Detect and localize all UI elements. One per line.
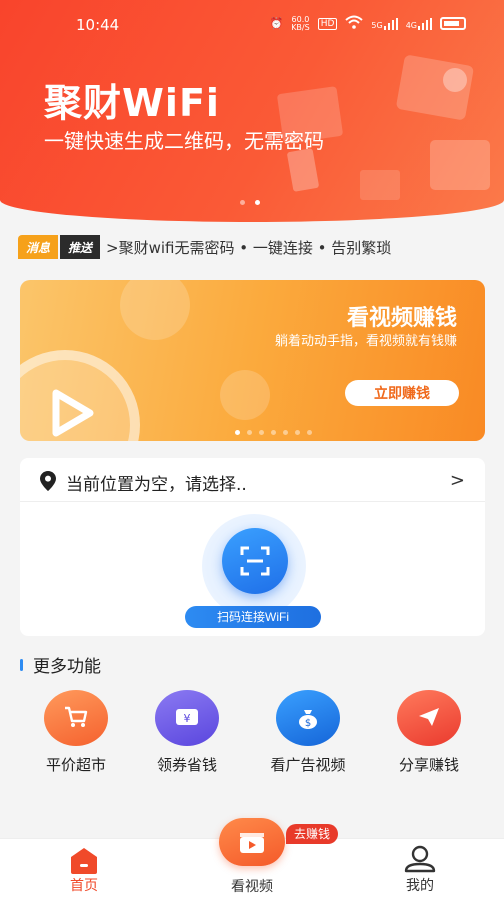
video-earn-banner[interactable]: 看视频赚钱 躺着动动手指，看视频就有钱赚 立即赚钱 [20,280,485,441]
video-banner-subtitle: 躺着动动手指，看视频就有钱赚 [274,334,457,349]
title-accent-bar [20,658,23,671]
hero-pager[interactable] [240,200,260,205]
pager-dot[interactable] [283,430,288,435]
status-bar: 10:44 ⏰ 60.0 KB/S HD 5G 4G [0,0,504,52]
pager-dot[interactable] [307,430,312,435]
play-icon [52,389,94,437]
news-badge: 消息 推送 [18,235,101,259]
hero-banner[interactable]: 10:44 ⏰ 60.0 KB/S HD 5G 4G 聚财WiFi 一键快速生成… [0,0,504,222]
hd-badge: HD [317,17,338,30]
scan-button-halo[interactable] [202,514,306,618]
feature-label: 平价超市 [45,756,106,774]
pager-dot-active[interactable] [255,200,260,205]
location-selector[interactable]: 当前位置为空，请选择.. > [20,458,485,502]
net-4g-label: 4G [405,20,417,30]
signal-5g-icon: 5G [371,17,398,30]
nav-mine-label: 我的 [406,878,434,894]
pager-dot[interactable] [240,200,245,205]
video-clapper-icon [240,833,264,853]
wifi-icon [345,15,364,32]
chevron-right-icon: > [449,470,465,491]
status-icons: ⏰ 60.0 KB/S HD 5G 4G [269,15,466,32]
pager-dot-active[interactable] [235,430,240,435]
go-earn-tag[interactable]: 去赚钱 [286,824,339,844]
pager-dot[interactable] [295,430,300,435]
nav-home[interactable]: 首页 [34,845,134,895]
more-features-title: 更多功能 [20,652,101,677]
location-pin-icon [40,471,56,491]
feature-label: 领券省钱 [156,756,217,774]
feature-ad-video[interactable]: $ 看广告视频 [258,690,358,775]
news-text: >聚财wifi无需密码 • 一键连接 • 告别繁琐 [106,238,392,257]
nav-video-label[interactable]: 看视频 [212,876,292,896]
scan-connect-wifi-button[interactable]: 扫码连接WiFi [185,606,321,628]
alarm-icon: ⏰ [269,17,284,30]
nav-home-label: 首页 [70,878,98,894]
signal-4g-icon: 4G [405,17,432,30]
location-text: 当前位置为空，请选择.. [66,475,247,495]
pager-dot[interactable] [247,430,252,435]
feature-label: 分享赚钱 [398,756,459,774]
svg-text:$: $ [305,718,311,729]
money-bag-icon: $ [276,690,340,746]
wifi-connect-card: 当前位置为空，请选择.. > 扫码连接WiFi [20,458,485,636]
speed-unit: KB/S [291,22,310,32]
net-5g-label: 5G [371,20,383,30]
feature-supermarket[interactable]: 平价超市 [26,690,126,775]
news-badge-left: 消息 [18,235,59,259]
send-icon [397,690,461,746]
earn-now-button[interactable]: 立即赚钱 [345,380,459,406]
feature-share-earn[interactable]: 分享赚钱 [379,690,479,775]
video-banner-title: 看视频赚钱 [346,306,457,331]
svg-text:¥: ¥ [184,712,191,725]
hero-illustration [277,55,490,200]
scan-button[interactable] [222,528,288,594]
more-features-label: 更多功能 [33,657,101,677]
battery-icon [440,17,466,30]
cart-icon [44,690,108,746]
home-icon [34,845,134,875]
news-badge-right: 推送 [60,235,101,259]
network-speed: 60.0 KB/S [291,15,310,32]
coin-decoration [220,370,270,420]
banner-pager[interactable] [235,430,312,435]
feature-label: 看广告视频 [270,756,346,774]
scan-icon [240,546,270,576]
nav-mine[interactable]: 我的 [370,845,470,895]
pager-dot[interactable] [259,430,264,435]
pager-dot[interactable] [271,430,276,435]
status-time: 10:44 [76,16,120,34]
hero-title: 聚财WiFi [44,81,220,125]
user-icon [370,845,470,875]
nav-video-button[interactable] [219,818,285,866]
coin-decoration [120,280,190,340]
news-ticker[interactable]: 消息 推送 >聚财wifi无需密码 • 一键连接 • 告别繁琐 [18,232,488,262]
feature-coupon[interactable]: ¥ 领券省钱 [137,690,237,775]
coupon-icon: ¥ [155,690,219,746]
play-decoration [20,350,140,441]
